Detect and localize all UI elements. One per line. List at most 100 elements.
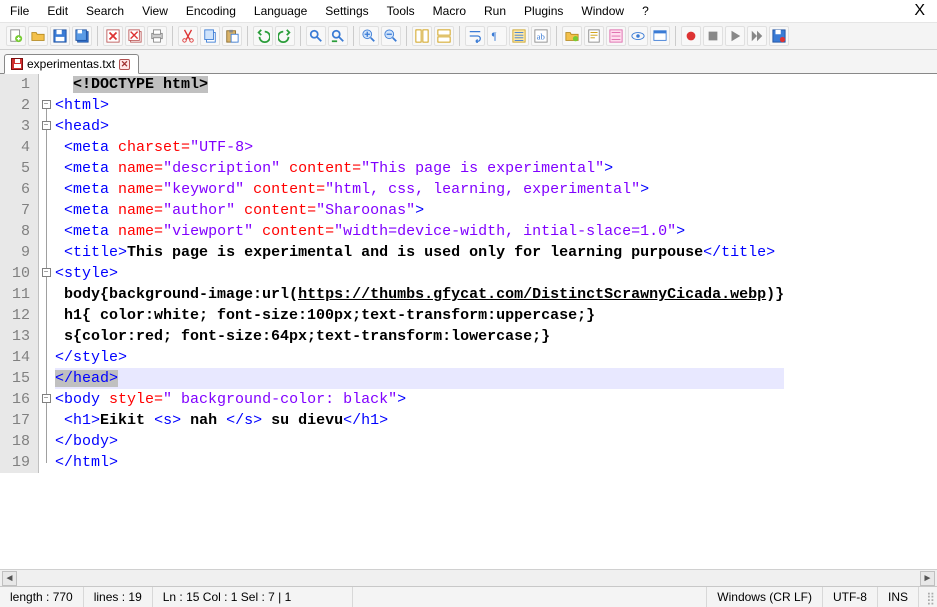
redo-button[interactable] (275, 26, 295, 46)
fold-toggle-icon[interactable]: − (42, 121, 51, 130)
menu-encoding[interactable]: Encoding (184, 2, 238, 20)
code-token: name= (118, 223, 163, 240)
stop-icon (706, 29, 720, 43)
toolbar-separator (406, 26, 407, 46)
line-number-gutter: 12345678910111213141516171819 (0, 74, 39, 473)
save-file-button[interactable] (50, 26, 70, 46)
menu-q[interactable]: ? (640, 2, 651, 20)
status-length: length : 770 (0, 587, 84, 607)
code-lines[interactable]: <!DOCTYPE html><html><head> <meta charse… (53, 74, 784, 473)
resize-grip-icon[interactable]: ⣿ (919, 587, 937, 607)
code-line[interactable]: <meta name="author" content="Sharoonas"> (55, 200, 784, 221)
code-line[interactable]: <!DOCTYPE html> (55, 74, 784, 95)
code-line[interactable]: <body style=" background-color: black"> (55, 389, 784, 410)
menu-plugins[interactable]: Plugins (522, 2, 565, 20)
code-line[interactable]: <meta charset="UTF-8> (55, 137, 784, 158)
fold-toggle-icon[interactable]: − (42, 394, 51, 403)
status-eol[interactable]: Windows (CR LF) (707, 587, 823, 607)
code-line[interactable]: body{background-image:url(https://thumbs… (55, 284, 784, 305)
save-all-button[interactable] (72, 26, 92, 46)
folder-button[interactable] (562, 26, 582, 46)
code-token: content= (289, 160, 361, 177)
code-token: </head> (55, 370, 118, 387)
show-all-button[interactable]: ¶ (487, 26, 507, 46)
new-file-button[interactable] (6, 26, 26, 46)
find-button[interactable] (306, 26, 326, 46)
cut-button[interactable] (178, 26, 198, 46)
line-number: 4 (12, 137, 30, 158)
stop-button[interactable] (703, 26, 723, 46)
code-line[interactable]: <head> (55, 116, 784, 137)
zoom-in-button[interactable] (359, 26, 379, 46)
code-token: "author" (163, 202, 244, 219)
play-icon (728, 29, 742, 43)
scroll-right-icon[interactable]: ► (920, 571, 935, 586)
menu-file[interactable]: File (8, 2, 31, 20)
code-line[interactable]: <title>This page is experimental and is … (55, 242, 784, 263)
scroll-left-icon[interactable]: ◄ (2, 571, 17, 586)
doc-map-button[interactable] (584, 26, 604, 46)
code-token: </body> (55, 433, 118, 450)
sync-h-button[interactable] (434, 26, 454, 46)
fold-toggle-icon[interactable]: − (42, 100, 51, 109)
save-all-icon (75, 29, 89, 43)
indent-guide-button[interactable] (509, 26, 529, 46)
menu-view[interactable]: View (140, 2, 170, 20)
record-button[interactable] (681, 26, 701, 46)
copy-button[interactable] (200, 26, 220, 46)
menu-language[interactable]: Language (252, 2, 309, 20)
print-button[interactable] (147, 26, 167, 46)
fold-toggle-icon[interactable]: − (42, 268, 51, 277)
fold-row (39, 158, 53, 179)
lang-button[interactable]: ab (531, 26, 551, 46)
wrap-icon (468, 29, 482, 43)
menu-macro[interactable]: Macro (431, 2, 468, 20)
status-encoding[interactable]: UTF-8 (823, 587, 878, 607)
code-token: name= (118, 202, 163, 219)
scrollbar-track[interactable] (17, 571, 920, 586)
close-tab-button[interactable] (103, 26, 123, 46)
code-line[interactable]: </html> (55, 452, 784, 473)
window-close-icon[interactable]: X (910, 2, 929, 20)
menu-window[interactable]: Window (579, 2, 626, 20)
fold-row (39, 347, 53, 368)
play-multi-button[interactable] (747, 26, 767, 46)
horizontal-scrollbar[interactable]: ◄ ► (0, 569, 937, 586)
save-macro-button[interactable] (769, 26, 789, 46)
code-token (55, 181, 64, 198)
menu-settings[interactable]: Settings (323, 2, 370, 20)
code-line[interactable]: <html> (55, 95, 784, 116)
status-mode[interactable]: INS (878, 587, 919, 607)
close-tab-icon[interactable]: ✕ (119, 59, 130, 70)
code-line[interactable]: </body> (55, 431, 784, 452)
code-line[interactable]: </head> (55, 368, 784, 389)
code-line[interactable]: s{color:red; font-size:64px;text-transfo… (55, 326, 784, 347)
menu-run[interactable]: Run (482, 2, 508, 20)
code-line[interactable]: h1{ color:white; font-size:100px;text-tr… (55, 305, 784, 326)
sync-v-button[interactable] (412, 26, 432, 46)
code-line[interactable]: <style> (55, 263, 784, 284)
code-token: "description" (163, 160, 289, 177)
func-list-button[interactable] (606, 26, 626, 46)
play-button[interactable] (725, 26, 745, 46)
preview-button[interactable] (650, 26, 670, 46)
paste-button[interactable] (222, 26, 242, 46)
editor-scroll[interactable]: 12345678910111213141516171819 − − − − <!DOC… (0, 74, 937, 569)
replace-button[interactable] (328, 26, 348, 46)
code-line[interactable]: </style> (55, 347, 784, 368)
menu-tools[interactable]: Tools (385, 2, 417, 20)
open-file-button[interactable] (28, 26, 48, 46)
menu-edit[interactable]: Edit (45, 2, 70, 20)
code-line[interactable]: <meta name="description" content="This p… (55, 158, 784, 179)
code-line[interactable]: <meta name="keyword" content="html, css,… (55, 179, 784, 200)
zoom-out-button[interactable] (381, 26, 401, 46)
close-all-button[interactable] (125, 26, 145, 46)
file-tab[interactable]: experimentas.txt ✕ (4, 54, 139, 74)
doc-map-icon (587, 29, 601, 43)
wrap-button[interactable] (465, 26, 485, 46)
menu-search[interactable]: Search (84, 2, 126, 20)
code-line[interactable]: <h1>Eikit <s> nah </s> su dievu</h1> (55, 410, 784, 431)
code-line[interactable]: <meta name="viewport" content="width=dev… (55, 221, 784, 242)
lock-button[interactable] (628, 26, 648, 46)
undo-button[interactable] (253, 26, 273, 46)
